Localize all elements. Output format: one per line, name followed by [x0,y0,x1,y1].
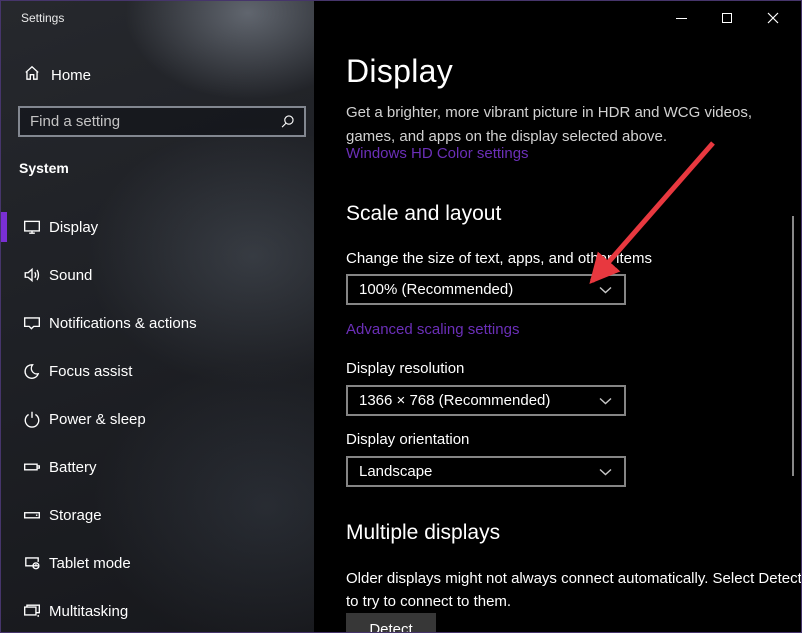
notifications-icon [23,314,41,332]
sidebar-item-label: Storage [49,507,102,524]
scale-dropdown-value: 100% (Recommended) [348,281,599,298]
advanced-scaling-settings-link[interactable]: Advanced scaling settings [346,321,519,338]
main-content: Display Get a brighter, more vibrant pic… [314,1,801,632]
sidebar-item-label: Power & sleep [49,411,146,428]
power-icon [23,410,41,428]
multiple-displays-description: Older displays might not always connect … [346,567,802,614]
orientation-dropdown[interactable]: Landscape [346,456,626,487]
sidebar: Settings Home System Display [1,1,314,632]
windows-hd-color-settings-link[interactable]: Windows HD Color settings [346,145,529,162]
page-title: Display [346,53,453,90]
sidebar-item-home[interactable]: Home [1,60,314,90]
display-icon [23,218,41,236]
sidebar-item-label: Sound [49,267,92,284]
sidebar-item-label: Home [51,67,91,84]
selection-accent-bar [1,212,7,242]
chevron-down-icon [599,468,624,476]
resolution-dropdown[interactable]: 1366 × 768 (Recommended) [346,385,626,416]
resolution-dropdown-value: 1366 × 768 (Recommended) [348,392,599,409]
window-caption-controls [666,3,788,33]
sidebar-item-display[interactable]: Display [1,212,314,242]
sidebar-item-battery[interactable]: Battery [1,452,314,482]
sidebar-item-focus-assist[interactable]: Focus assist [1,356,314,386]
chevron-down-icon [599,286,624,294]
sidebar-item-power-sleep[interactable]: Power & sleep [1,404,314,434]
sidebar-item-storage[interactable]: Storage [1,500,314,530]
detect-button[interactable]: Detect [346,613,436,633]
storage-icon [23,506,41,524]
sidebar-item-notifications[interactable]: Notifications & actions [1,308,314,338]
sidebar-item-tablet-mode[interactable]: Tablet mode [1,548,314,578]
multitasking-icon [23,602,41,620]
close-button[interactable] [758,3,788,33]
app-title: Settings [21,11,64,25]
home-icon [23,64,41,87]
minimize-icon [676,18,687,19]
close-icon [767,12,779,24]
battery-icon [23,458,41,476]
tablet-mode-icon [23,554,41,572]
settings-window: Settings Home System Display [0,0,802,633]
search-icon[interactable] [280,114,304,129]
sidebar-item-label: Battery [49,459,97,476]
orientation-dropdown-value: Landscape [348,463,599,480]
resolution-field-label: Display resolution [346,360,464,377]
sidebar-item-label: Multitasking [49,603,128,620]
maximize-icon [722,13,732,23]
sound-icon [23,266,41,284]
scale-and-layout-heading: Scale and layout [346,202,501,226]
multiple-displays-heading: Multiple displays [346,521,500,545]
vertical-scrollbar[interactable] [792,216,794,476]
scale-field-label: Change the size of text, apps, and other… [346,250,652,267]
sidebar-item-multitasking[interactable]: Multitasking [1,596,314,626]
sidebar-section-header: System [19,160,69,176]
focus-assist-icon [23,362,41,380]
sidebar-item-sound[interactable]: Sound [1,260,314,290]
minimize-button[interactable] [666,3,696,33]
search-box [18,106,306,137]
sidebar-item-label: Focus assist [49,363,132,380]
orientation-field-label: Display orientation [346,431,469,448]
sidebar-item-label: Tablet mode [49,555,131,572]
maximize-button[interactable] [712,3,742,33]
sidebar-item-label: Notifications & actions [49,315,197,332]
sidebar-item-label: Display [49,219,98,236]
search-input[interactable] [20,108,280,135]
scale-dropdown[interactable]: 100% (Recommended) [346,274,626,305]
chevron-down-icon [599,397,624,405]
intro-text: Get a brighter, more vibrant picture in … [346,101,802,149]
